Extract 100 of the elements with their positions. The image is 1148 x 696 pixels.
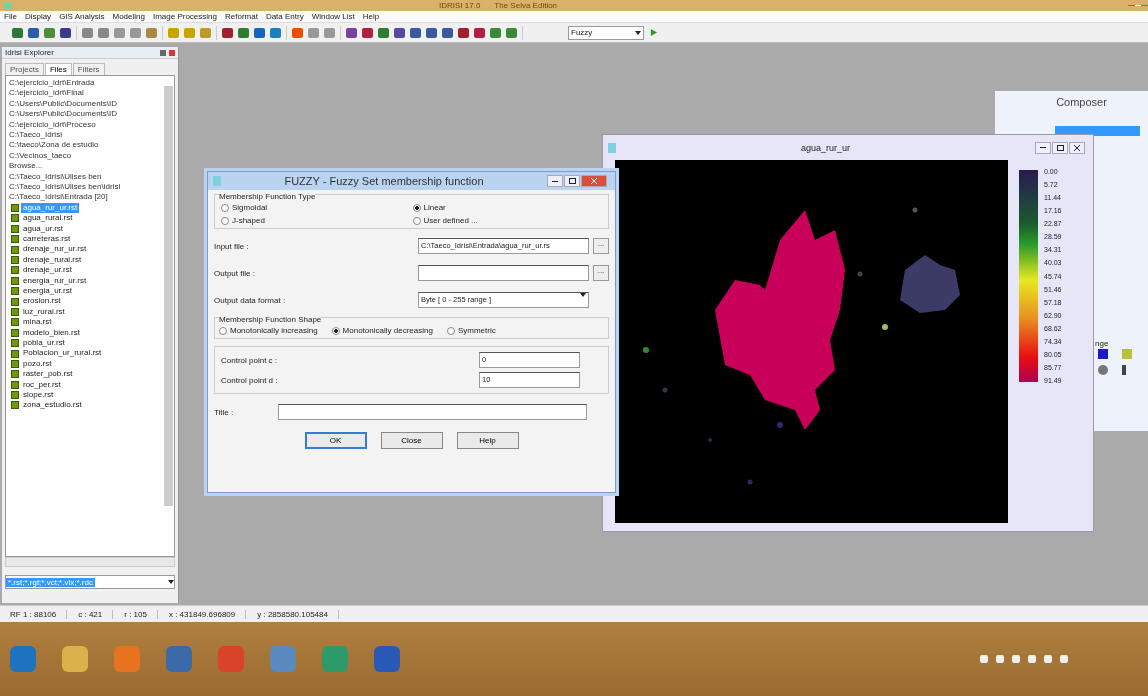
title-field[interactable] bbox=[278, 404, 587, 420]
folder-path[interactable]: C:\ejercicio_idrt\Proceso bbox=[9, 119, 162, 131]
explorer-title: Idrisi Explorer bbox=[5, 48, 55, 57]
menu-item[interactable]: Image Processing bbox=[152, 12, 217, 21]
folder-path[interactable]: Browse... bbox=[9, 161, 162, 172]
composer-label: nge bbox=[1095, 339, 1109, 348]
raster-list-entry[interactable]: slope.rst bbox=[21, 389, 56, 401]
field-label: Output data format : bbox=[214, 295, 287, 305]
raster-list-entry[interactable]: raster_pob.rst bbox=[21, 369, 75, 380]
raster-list-entry[interactable]: drenaje_ur.rst bbox=[21, 265, 74, 276]
folder-path[interactable]: C:\Users\Public\Documents\ID bbox=[9, 109, 162, 120]
toolbar-icon[interactable] bbox=[238, 27, 249, 38]
run-arrow-icon[interactable] bbox=[649, 28, 658, 37]
folder-path[interactable]: C:\ejercicio_idrt\Final bbox=[9, 88, 162, 99]
close-icon[interactable] bbox=[169, 49, 175, 56]
raster-list-entry[interactable]: drenaje_rur_ur.rst bbox=[21, 244, 89, 255]
status-field: y : 2858580.105484 bbox=[247, 609, 339, 619]
group-title: Membership Function Type bbox=[219, 192, 316, 201]
toolbar-icon[interactable] bbox=[442, 27, 453, 38]
raster-list-entry[interactable]: pobla_ur.rst bbox=[21, 337, 67, 349]
folder-path[interactable]: C:\taeco\Zona de estudio bbox=[9, 140, 162, 151]
window-icon bbox=[608, 142, 616, 153]
field-label: Output file : bbox=[214, 268, 256, 278]
raster-list-entry[interactable]: erosion.rst bbox=[21, 296, 63, 307]
toolbar-icon[interactable] bbox=[410, 27, 421, 38]
radio-option[interactable]: User defined ... bbox=[412, 216, 604, 225]
raster-list-entry[interactable]: luz_rural.rst bbox=[21, 306, 67, 318]
folder-path[interactable]: C:\Taeco_Idrisi\Ulises ben bbox=[9, 171, 162, 183]
menu-item[interactable]: Data Entry bbox=[265, 12, 304, 21]
layer-item[interactable] bbox=[1055, 126, 1140, 136]
raster-list-entry[interactable]: mina.rst bbox=[21, 317, 54, 328]
scrollbar[interactable] bbox=[164, 86, 173, 506]
toolbar-icon[interactable] bbox=[458, 27, 469, 38]
toolbar-icon[interactable] bbox=[270, 27, 281, 38]
radio-option[interactable]: Monotonically decreasing bbox=[331, 326, 433, 335]
window-title: agua_rur_ur bbox=[799, 142, 851, 153]
toolbar-icon[interactable] bbox=[474, 27, 485, 38]
radio-option[interactable]: J-shaped bbox=[221, 216, 413, 225]
toolbar-icon[interactable] bbox=[254, 27, 265, 38]
explorer-tab[interactable]: Files bbox=[44, 63, 72, 75]
dialog-button[interactable]: Close bbox=[380, 432, 443, 449]
field-label: Control point c : bbox=[220, 355, 279, 365]
radio-option[interactable]: Symmetric bbox=[446, 326, 496, 335]
toolbar-icon[interactable] bbox=[378, 27, 389, 38]
toolbar-icon[interactable] bbox=[426, 27, 437, 38]
radio-option[interactable]: Monotonically increasing bbox=[219, 326, 318, 335]
raster-list-entry[interactable]: modelo_bien.rst bbox=[21, 327, 82, 338]
toolbar-icon[interactable] bbox=[12, 27, 23, 38]
toolbar-icon[interactable] bbox=[222, 27, 233, 38]
raster-list-entry[interactable]: agua_rural.rst bbox=[21, 213, 75, 224]
raster-list-entry[interactable]: carreteras.rst bbox=[21, 234, 73, 245]
radio-option[interactable]: Linear bbox=[412, 203, 604, 212]
status-field: x : 431849.696809 bbox=[158, 609, 247, 619]
raster-list-entry[interactable]: energia_ur.rst bbox=[21, 286, 74, 297]
raster-list-entry[interactable]: zona_estudio.rst bbox=[21, 400, 84, 411]
pin-icon[interactable] bbox=[160, 49, 166, 56]
dialog-button[interactable]: Help bbox=[456, 432, 519, 449]
toolbar-icon[interactable] bbox=[28, 27, 39, 38]
group-title: Membership Function Shape bbox=[219, 315, 322, 324]
folder-path[interactable]: C:\Taeco_Idrisi\Entrada [20] bbox=[9, 192, 162, 203]
raster-list-entry[interactable]: pozo.rst bbox=[21, 358, 54, 370]
folder-path[interactable]: C:\ejercicio_idrt\Entrada bbox=[9, 78, 162, 89]
folder-path[interactable]: C:\Vecinos_taeco bbox=[9, 150, 162, 162]
raster-list-entry[interactable]: Poblacion_ur_rural.rst bbox=[21, 348, 104, 359]
toolbar-icon[interactable] bbox=[60, 27, 71, 38]
raster-list-entry[interactable]: energia_rur_ur.rst bbox=[21, 275, 89, 286]
toolbar-icon[interactable] bbox=[362, 27, 373, 38]
close-button[interactable] bbox=[1069, 141, 1085, 154]
browse-button[interactable]: ... bbox=[593, 265, 609, 281]
folder-path[interactable]: C:\Taeco_Idrisi bbox=[9, 130, 162, 141]
raster-list-entry[interactable]: roc_per.rst bbox=[21, 379, 63, 390]
maximize-button[interactable] bbox=[564, 175, 580, 187]
menu-item[interactable]: GIS Analysis bbox=[59, 12, 105, 21]
maximize-button[interactable] bbox=[1052, 141, 1068, 154]
raster-list-entry[interactable]: drenaje_rural.rst bbox=[21, 254, 84, 266]
field-label: Input file : bbox=[214, 241, 250, 251]
toolbar-icon[interactable] bbox=[506, 27, 517, 38]
minimize-button[interactable] bbox=[1035, 141, 1051, 154]
folder-path[interactable]: C:\Users\Public\Documents\ID bbox=[9, 98, 162, 110]
toolbar-icon[interactable] bbox=[346, 27, 357, 38]
output-file-field[interactable] bbox=[418, 265, 589, 281]
menu-item[interactable]: Reformat bbox=[225, 12, 258, 21]
module-dropdown[interactable]: Fuzzy bbox=[568, 25, 644, 40]
menu-item[interactable]: Window List bbox=[311, 12, 355, 21]
taskbar-app-icon[interactable] bbox=[62, 646, 88, 672]
app-edition: The Selva Edition bbox=[494, 1, 558, 10]
status-field: RF 1 : 88106 bbox=[0, 609, 68, 619]
toolbar-icon[interactable] bbox=[490, 27, 501, 38]
menu-item[interactable]: Display bbox=[24, 12, 52, 21]
folder-path[interactable]: C:\Taeco_Idrisi\Ulises ben\idrisi bbox=[9, 182, 162, 193]
horizontal-scrollbar[interactable] bbox=[5, 557, 175, 567]
menu-item[interactable]: File bbox=[4, 12, 17, 21]
minimize-button[interactable] bbox=[547, 175, 563, 187]
raster-list-entry[interactable]: agua_ur.rst bbox=[21, 223, 66, 235]
toolbar-icon[interactable] bbox=[394, 27, 405, 38]
radio-option[interactable]: Sigmoidal bbox=[221, 203, 413, 212]
browse-button[interactable]: ... bbox=[593, 238, 609, 254]
dialog-button[interactable]: OK bbox=[304, 432, 367, 449]
menu-item[interactable]: Help bbox=[362, 12, 380, 21]
menu-item[interactable]: Modeling bbox=[112, 12, 145, 21]
